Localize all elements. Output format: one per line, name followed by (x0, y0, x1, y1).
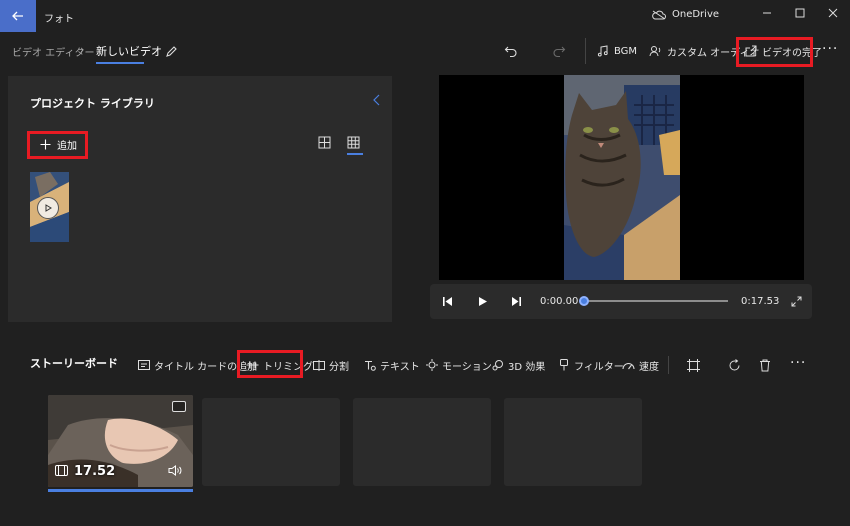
redo-icon (553, 46, 566, 58)
empty-storyboard-slot (202, 398, 340, 486)
expand-icon (791, 296, 801, 306)
empty-storyboard-slot (353, 398, 491, 486)
title-card-icon (138, 360, 150, 370)
split-icon (313, 359, 325, 371)
delete-button[interactable] (758, 358, 772, 372)
grid-large-icon (318, 136, 331, 149)
split-label: 分割 (329, 361, 349, 373)
rotate-button[interactable] (727, 358, 741, 372)
toolbar-divider (585, 38, 586, 64)
clip-select-checkbox[interactable] (172, 401, 186, 412)
play-button[interactable] (476, 295, 488, 307)
speedometer-icon (622, 363, 635, 370)
empty-storyboard-slot (504, 398, 642, 486)
add-media-button[interactable]: 追加 (40, 137, 77, 152)
3d-effects-button[interactable]: 3D 効果 (492, 357, 545, 373)
add-media-label: 追加 (57, 141, 77, 152)
bgm-label: BGM (614, 45, 638, 57)
breadcrumb-active-indicator (96, 62, 144, 64)
onedrive-status[interactable]: OneDrive (652, 9, 719, 20)
seek-bar[interactable] (584, 300, 728, 302)
split-button[interactable]: 分割 (313, 357, 349, 373)
cat-photo (564, 75, 680, 280)
person-audio-icon (649, 46, 661, 57)
text-label: テキスト (380, 361, 420, 373)
filters-label: フィルター (574, 361, 624, 373)
pencil-icon (165, 45, 177, 57)
music-note-icon (597, 45, 608, 57)
small-grid-view-button[interactable] (347, 136, 360, 149)
speaker-icon (168, 465, 182, 476)
undo-icon (504, 46, 517, 58)
trash-icon (760, 359, 770, 371)
speed-label: 速度 (639, 361, 659, 373)
speed-button[interactable]: 速度 (622, 357, 659, 373)
play-triangle-icon (45, 204, 52, 212)
trim-highlight-box (237, 350, 303, 378)
play-icon (478, 296, 487, 306)
maximize-button[interactable] (783, 0, 817, 26)
clip-video-icon (55, 465, 68, 476)
more-options-button[interactable]: ··· (822, 41, 838, 57)
play-overlay-icon (37, 197, 59, 219)
skip-back-icon (442, 296, 452, 306)
back-arrow-icon (12, 11, 23, 21)
finish-video-highlight-box (736, 37, 813, 67)
current-time: 0:00.00 (540, 296, 579, 307)
storyboard-toolbar-divider (668, 356, 669, 374)
clip-selected-indicator (48, 489, 193, 492)
chevron-left-icon (373, 94, 380, 106)
total-time: 0:17.53 (741, 296, 780, 307)
onedrive-label: OneDrive (672, 9, 720, 20)
undo-button[interactable] (503, 43, 519, 59)
crop-button[interactable] (686, 358, 700, 372)
breadcrumb-separator: › (80, 43, 85, 56)
motion-icon (426, 359, 438, 371)
collapse-library-button[interactable] (372, 94, 382, 106)
clip-volume-button[interactable] (168, 465, 183, 476)
grid-view-active-indicator (347, 153, 363, 155)
rename-button[interactable] (162, 42, 180, 60)
text-icon (365, 360, 376, 371)
fullscreen-button[interactable] (790, 295, 802, 307)
3d-effects-label: 3D 効果 (508, 361, 546, 373)
storyboard-more-button[interactable]: ··· (790, 355, 806, 371)
previous-frame-button[interactable] (441, 295, 453, 307)
minimize-button[interactable] (750, 0, 784, 26)
maximize-icon (795, 8, 805, 18)
skip-forward-icon (511, 296, 521, 306)
large-grid-view-button[interactable] (318, 136, 331, 149)
text-button[interactable]: テキスト (364, 357, 420, 373)
rotate-icon (729, 358, 739, 370)
minimize-icon (763, 12, 771, 14)
filters-button[interactable]: フィルター (558, 357, 624, 373)
app-title: フォト (44, 14, 74, 25)
motion-button[interactable]: モーション (426, 357, 492, 373)
storyboard-clip[interactable] (48, 395, 193, 487)
grid-small-icon (347, 136, 360, 149)
close-button[interactable] (816, 0, 850, 26)
filter-icon (560, 359, 568, 371)
project-library-title: プロジェクト ライブラリ (30, 97, 155, 110)
3d-effects-icon (492, 360, 503, 371)
seek-thumb[interactable] (579, 296, 589, 306)
resize-icon (686, 358, 700, 372)
storyboard-title: ストーリーボード (30, 357, 118, 370)
bgm-button[interactable]: BGM (597, 40, 637, 62)
film-icon (55, 465, 68, 476)
cloud-off-icon (652, 10, 666, 19)
breadcrumb-project-name[interactable]: 新しいビデオ (96, 43, 162, 59)
redo-button[interactable] (551, 43, 567, 59)
preview-frame-image (564, 75, 680, 280)
close-icon (828, 8, 838, 18)
next-frame-button[interactable] (510, 295, 522, 307)
title-bar (0, 0, 850, 32)
clip-duration: 17.52 (74, 464, 116, 479)
plus-icon (40, 139, 51, 150)
motion-label: モーション (442, 361, 492, 373)
back-button[interactable] (0, 0, 36, 32)
